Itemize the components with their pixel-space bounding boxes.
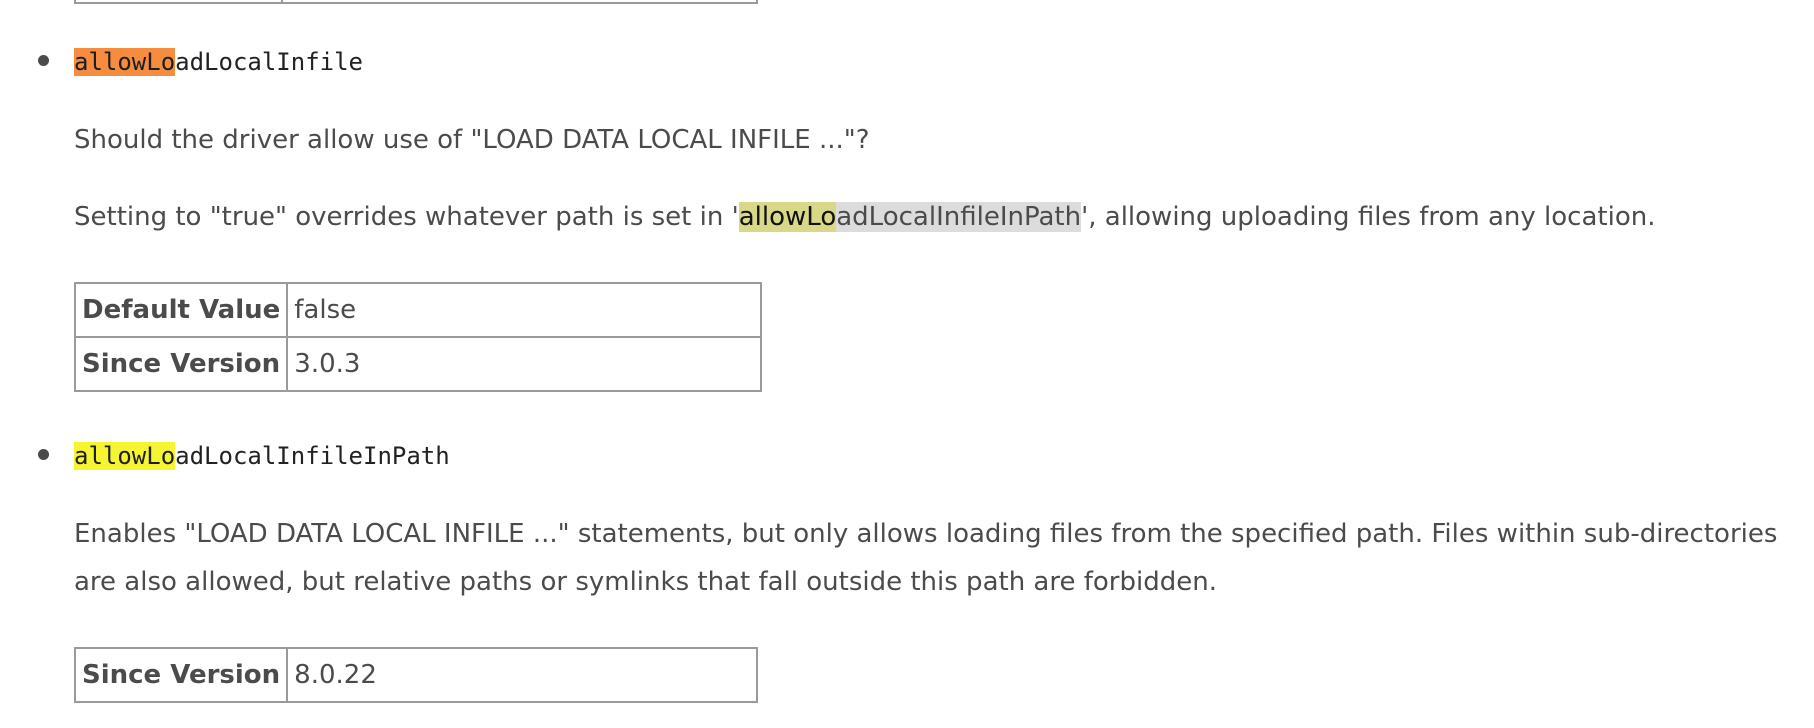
table-value: 3.0.3: [286, 336, 762, 392]
property-description: Should the driver allow use of "LOAD DAT…: [74, 125, 870, 155]
documentation-page: allowLoadLocalInfile Should the driver a…: [0, 0, 1814, 728]
property-name-rest: adLocalInfileInPath: [175, 442, 450, 470]
selected-text-rest: adLocalInfileInPath: [836, 202, 1082, 232]
note-text-after: ', allowing uploading files from any loc…: [1081, 202, 1656, 232]
property-name-allowLoadLocalInfile: allowLoadLocalInfile: [74, 46, 363, 78]
property-note: Setting to "true" overrides whatever pat…: [74, 193, 1655, 241]
table-row: Since Version 3.0.3: [73, 336, 762, 392]
note-text-before: Setting to "true" overrides whatever pat…: [74, 202, 739, 232]
table-key: Since Version: [73, 336, 289, 392]
selected-text[interactable]: allowLoadLocalInfileInPath: [738, 202, 1082, 232]
table-value: false: [286, 282, 762, 338]
table-value: 8.0.22: [286, 647, 758, 703]
list-bullet: [38, 449, 49, 460]
list-bullet: [38, 55, 49, 66]
search-match-current: allowLo: [74, 48, 176, 76]
previous-property-table-bottom: [74, 0, 758, 4]
property-name-rest: adLocalInfile: [175, 48, 363, 76]
property-name-allowLoadLocalInfileInPath: allowLoadLocalInfileInPath: [74, 440, 450, 472]
property-table-allowLoadLocalInfileInPath: Since Version 8.0.22: [73, 647, 758, 703]
search-match: allowLo: [74, 442, 176, 470]
table-row: Default Value false: [73, 282, 762, 338]
table-key: Since Version: [73, 647, 289, 703]
table-row: Since Version 8.0.22: [73, 647, 758, 703]
table-key: Default Value: [73, 282, 289, 338]
search-match-selected: allowLo: [738, 202, 837, 232]
property-description: Enables "LOAD DATA LOCAL INFILE ..." sta…: [74, 519, 1778, 597]
property-table-allowLoadLocalInfile: Default Value false Since Version 3.0.3: [73, 282, 762, 392]
